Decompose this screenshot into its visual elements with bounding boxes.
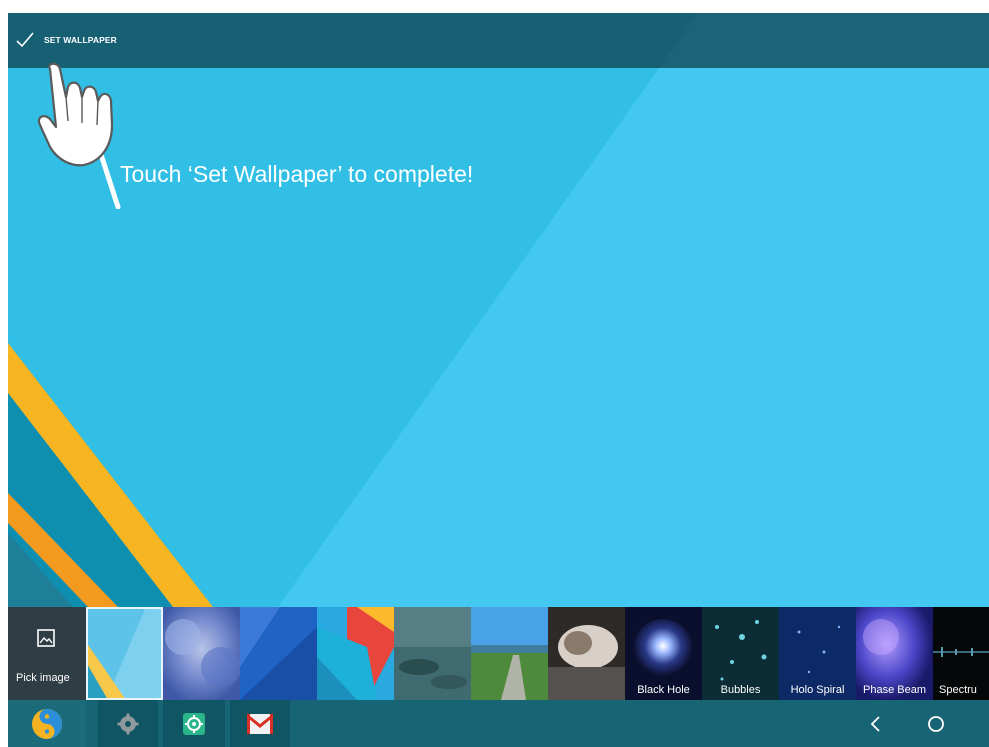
- set-wallpaper-button[interactable]: SET WALLPAPER: [14, 25, 117, 55]
- pick-image-thumbnail[interactable]: Pick image: [8, 607, 86, 700]
- selected-indicator: [86, 607, 163, 700]
- wallpaper-thumbnail[interactable]: [317, 607, 394, 700]
- wallpaper-thumbnail-holo-spiral[interactable]: Holo Spiral: [779, 607, 856, 700]
- wallpaper-thumbnail-bubbles[interactable]: Bubbles: [702, 607, 779, 700]
- wallpaper-label: Bubbles: [720, 684, 761, 696]
- wallpaper-preview: [8, 13, 989, 607]
- wallpaper-label: Holo Spiral: [790, 684, 845, 696]
- wallpaper-thumbnail-spectrum[interactable]: Spectru: [933, 607, 989, 700]
- settings-gear-app-icon[interactable]: [98, 700, 158, 747]
- wallpaper-thumbnail[interactable]: [548, 607, 625, 700]
- settings-app-icon[interactable]: [163, 700, 225, 747]
- wallpaper-thumbnail[interactable]: [240, 607, 317, 700]
- wallpaper-label: Phase Beam: [863, 684, 926, 696]
- tutorial-hint-text: Touch ‘Set Wallpaper’ to complete!: [120, 161, 474, 187]
- wallpaper-thumbnail[interactable]: [163, 607, 240, 700]
- wallpaper-thumbnail-strip[interactable]: Pick image Black Hole Bubbles Holo Spira…: [8, 607, 989, 700]
- wallpaper-thumbnail[interactable]: [471, 607, 548, 700]
- navigation-bar: [8, 700, 989, 747]
- set-wallpaper-label: SET WALLPAPER: [44, 35, 117, 45]
- wallpaper-thumbnail-phase-beam[interactable]: Phase Beam: [856, 607, 933, 700]
- gmail-icon[interactable]: [230, 700, 290, 747]
- action-bar: SET WALLPAPER: [8, 13, 989, 68]
- home-circle-icon[interactable]: [916, 700, 956, 747]
- wallpaper-thumbnail[interactable]: [394, 607, 471, 700]
- back-chevron-icon[interactable]: [856, 700, 896, 747]
- wallpaper-thumbnail[interactable]: [86, 607, 163, 700]
- pick-image-label: Pick image: [16, 672, 70, 684]
- wallpaper-thumbnail-black-hole[interactable]: Black Hole: [625, 607, 702, 700]
- wallpaper-label: Black Hole: [637, 684, 690, 696]
- launcher-app-icon[interactable]: [8, 700, 86, 747]
- screen: SET WALLPAPER Touch ‘Set Wallpaper’ to c…: [8, 13, 989, 747]
- image-icon: [37, 629, 55, 647]
- wallpaper-label: Spectru: [939, 684, 977, 696]
- checkmark-icon: [16, 32, 34, 48]
